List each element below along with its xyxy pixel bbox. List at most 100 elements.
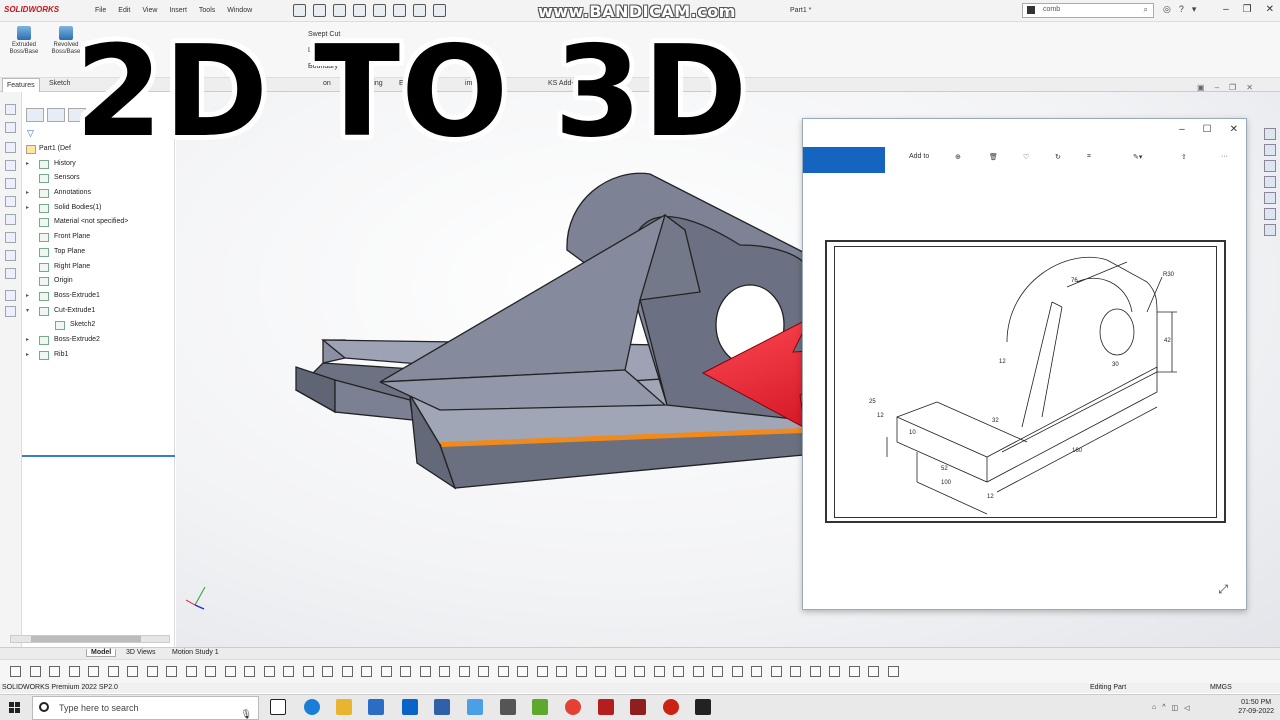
file-explorer-icon[interactable] xyxy=(336,699,352,715)
solidworks-taskbar-icon[interactable] xyxy=(598,699,614,715)
tree-item[interactable]: Origin xyxy=(22,274,175,289)
viewer-maximize-icon[interactable]: ☐ xyxy=(1203,124,1212,135)
sketch-tool-icon[interactable] xyxy=(68,666,80,677)
sketch-tool-icon[interactable] xyxy=(361,666,372,677)
tool-icon[interactable] xyxy=(5,122,16,133)
sketch-tool-icon[interactable] xyxy=(497,666,509,677)
photos-app-icon[interactable] xyxy=(467,699,483,715)
viewport-restore-icon[interactable]: ❐ xyxy=(1229,83,1236,92)
word-icon[interactable] xyxy=(434,699,450,715)
tab-model[interactable]: Model xyxy=(86,649,117,657)
open-icon[interactable] xyxy=(333,4,346,17)
sketch-tool-icon[interactable] xyxy=(731,666,743,677)
photos-active-icon[interactable] xyxy=(695,699,711,715)
viewer-minimize-icon[interactable]: – xyxy=(1179,124,1185,135)
sketch-tool-icon[interactable] xyxy=(263,666,275,677)
select-icon[interactable] xyxy=(433,4,446,17)
viewport-min-icon[interactable]: – xyxy=(1215,83,1219,92)
tree-item[interactable]: Front Plane xyxy=(22,230,175,245)
people-icon[interactable]: ⌂ xyxy=(1152,704,1156,712)
tab-3d-views[interactable]: 3D Views xyxy=(122,649,159,656)
tree-item[interactable]: ▸ Boss-Extrude1 xyxy=(22,289,175,304)
app-icon[interactable] xyxy=(500,699,516,715)
sketch-tool-icon[interactable] xyxy=(536,666,548,677)
sketch-tool-icon[interactable] xyxy=(29,666,41,677)
solidworks-2022-icon[interactable] xyxy=(630,699,646,715)
sketch-tool-icon[interactable] xyxy=(653,666,665,677)
tool-icon[interactable] xyxy=(5,178,16,189)
filter-icon[interactable]: ▽ xyxy=(27,128,34,139)
chevron-right-icon[interactable]: ▸ xyxy=(26,157,29,172)
home-icon[interactable] xyxy=(293,4,306,17)
tree-item[interactable]: Material <not specified> xyxy=(22,215,175,230)
sketch-tool-icon[interactable] xyxy=(283,666,294,677)
close-icon[interactable]: ✕ xyxy=(1266,4,1274,15)
more-icon[interactable]: ··· xyxy=(1221,153,1228,160)
tool-icon[interactable] xyxy=(5,196,16,207)
sketch-tool-icon[interactable] xyxy=(341,666,353,677)
status-units[interactable]: MMGS xyxy=(1210,683,1232,693)
sketch-tool-icon[interactable] xyxy=(380,666,392,677)
menu-insert[interactable]: Insert xyxy=(169,7,187,14)
sketch-tool-icon[interactable] xyxy=(458,666,470,677)
chrome-icon[interactable] xyxy=(565,699,581,715)
edge-icon[interactable] xyxy=(304,699,320,715)
volume-icon[interactable]: ◁ xyxy=(1184,704,1189,712)
menu-file[interactable]: File xyxy=(95,7,106,14)
sketch-tool-icon[interactable] xyxy=(205,666,216,677)
tree-item[interactable]: Sensors xyxy=(22,171,175,186)
tool-icon[interactable] xyxy=(5,104,16,115)
tool-icon[interactable] xyxy=(5,214,16,225)
chevron-right-icon[interactable]: ▸ xyxy=(26,289,29,304)
bandicam-icon[interactable] xyxy=(663,699,679,715)
sketch-tool-icon[interactable] xyxy=(887,666,899,677)
restore-icon[interactable]: ❐ xyxy=(1243,4,1252,15)
sketch-tool-icon[interactable] xyxy=(712,666,723,677)
tree-item[interactable]: ▾ Cut-Extrude1 xyxy=(22,304,175,319)
custom-properties-icon[interactable] xyxy=(1264,208,1276,220)
undo-icon[interactable] xyxy=(393,4,406,17)
sketch-tool-icon[interactable] xyxy=(146,666,158,677)
sketch-tool-icon[interactable] xyxy=(322,666,333,677)
delete-icon[interactable]: 🗑 xyxy=(989,153,998,161)
sketch-tool-icon[interactable] xyxy=(10,666,21,677)
sketch-tool-icon[interactable] xyxy=(419,666,431,677)
sketch-tool-icon[interactable] xyxy=(692,666,704,677)
clock[interactable]: 01:50 PM 27-09-2022 xyxy=(1238,698,1274,716)
sketch-tool-icon[interactable] xyxy=(575,666,587,677)
menu-tools[interactable]: Tools xyxy=(199,7,215,14)
tree-item[interactable]: ▸ Annotations xyxy=(22,186,175,201)
sketch-tool-icon[interactable] xyxy=(595,666,606,677)
chevron-right-icon[interactable]: ▸ xyxy=(26,333,29,348)
new-document-icon[interactable] xyxy=(313,4,326,17)
photo-viewer-window[interactable]: – ☐ ✕ Add to ⊕ 🗑 ♡ ↻ ⌗ ✎▾ ⇪ ··· R30 76 4… xyxy=(802,118,1247,610)
tree-item[interactable]: Top Plane xyxy=(22,245,175,260)
tab-sketch[interactable]: Sketch xyxy=(49,80,70,87)
sketch-tool-icon[interactable] xyxy=(517,666,528,677)
sketch-tool-icon[interactable] xyxy=(302,666,314,677)
network-icon[interactable]: ◫ xyxy=(1172,704,1179,712)
tree-item[interactable]: ▸ Rib1 xyxy=(22,348,175,363)
tree-item[interactable]: Sketch2 xyxy=(22,318,175,333)
property-manager-tab-icon[interactable] xyxy=(47,108,65,122)
print-icon[interactable] xyxy=(373,4,386,17)
wps-icon[interactable] xyxy=(532,699,548,715)
taskbar-search-input[interactable]: Type here to search 🎙 xyxy=(32,696,259,720)
search-input[interactable]: comb ⌕ xyxy=(1022,3,1154,18)
minimize-icon[interactable]: – xyxy=(1223,4,1229,15)
sketch-tool-icon[interactable] xyxy=(439,666,450,677)
viewer-close-icon[interactable]: ✕ xyxy=(1230,124,1238,135)
tool-icon[interactable] xyxy=(5,250,16,261)
tab-motion-study[interactable]: Motion Study 1 xyxy=(168,649,223,656)
feature-manager-tab-icon[interactable] xyxy=(26,108,44,122)
file-explorer-icon[interactable] xyxy=(1264,160,1276,172)
rotate-icon[interactable]: ↻ xyxy=(1055,153,1061,161)
sketch-tool-icon[interactable] xyxy=(49,666,60,677)
sketch-tool-icon[interactable] xyxy=(478,666,489,677)
chevron-right-icon[interactable]: ▸ xyxy=(26,186,29,201)
rollback-bar[interactable] xyxy=(22,455,175,457)
search-icon[interactable]: ⌕ xyxy=(1144,5,1148,15)
sketch-tool-icon[interactable] xyxy=(790,666,801,677)
extruded-boss-button[interactable]: Extruded Boss/Base xyxy=(4,26,44,56)
crop-icon[interactable]: ⌗ xyxy=(1087,153,1091,161)
